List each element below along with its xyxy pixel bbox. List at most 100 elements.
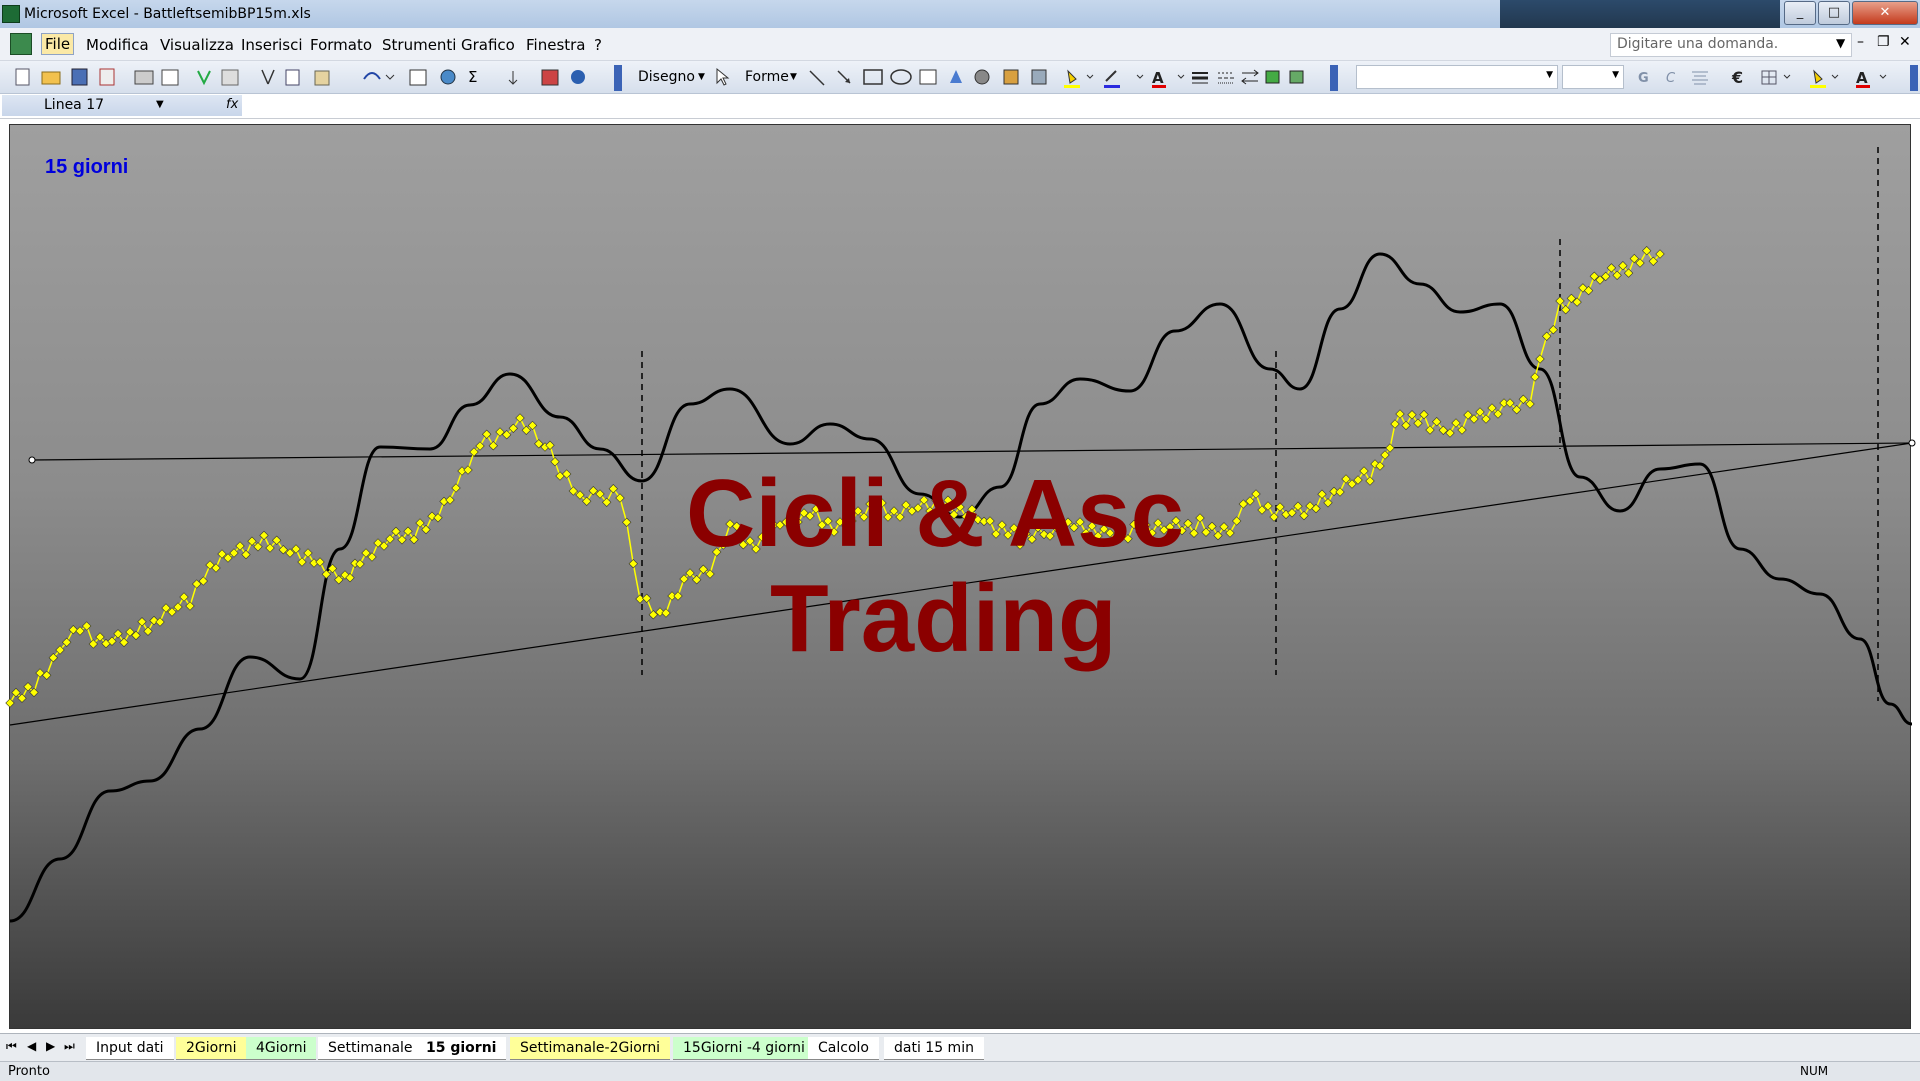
price-marker <box>1232 516 1242 526</box>
menu-formato[interactable]: Formato <box>310 36 372 54</box>
sheet-tab-5[interactable]: 15 giorni <box>416 1037 507 1060</box>
title-bar: Microsoft Excel - BattleftsemibBP15m.xls… <box>0 0 1920 28</box>
price-marker <box>1269 512 1279 522</box>
font-size-combo[interactable]: ▼ <box>1562 65 1624 89</box>
price-marker <box>1395 409 1405 419</box>
price-marker <box>303 548 313 558</box>
toolbar-grip[interactable] <box>614 65 622 91</box>
draw-dropdown-icon[interactable]: ▼ <box>698 72 705 82</box>
price-marker <box>1365 476 1375 486</box>
menu-modifica[interactable]: Modifica <box>86 36 149 54</box>
chart-sheet[interactable]: Cicli & Asc Trading <box>0 119 1920 1033</box>
price-marker <box>488 441 498 451</box>
font-name-dropdown-icon[interactable]: ▼ <box>1546 70 1553 80</box>
price-marker <box>297 557 307 567</box>
excel-icon[interactable] <box>2 5 20 23</box>
svg-text:G: G <box>1638 71 1649 86</box>
font-size-dropdown-icon[interactable]: ▼ <box>1612 70 1619 80</box>
price-marker <box>1195 513 1205 523</box>
price-marker <box>451 483 461 493</box>
price-marker <box>550 457 560 467</box>
draw-menu-button[interactable]: Disegno <box>638 69 695 85</box>
price-marker <box>1335 487 1345 497</box>
first-sheet-icon[interactable]: ⏮ <box>6 1039 17 1054</box>
price-marker <box>1555 296 1565 306</box>
price-marker <box>568 486 578 496</box>
sheet-tab-8[interactable]: Calcolo <box>808 1037 879 1060</box>
price-marker <box>555 471 565 481</box>
minimize-button[interactable]: _ <box>1784 1 1816 25</box>
svg-text:A: A <box>1152 69 1164 87</box>
standard-toolbar-icons: Σ <box>15 68 585 86</box>
maximize-button[interactable]: □ <box>1818 1 1850 25</box>
svg-text:Σ: Σ <box>468 68 477 86</box>
select-pointer-icon[interactable] <box>714 67 732 87</box>
shapes-dropdown-icon[interactable]: ▼ <box>790 72 797 82</box>
price-marker <box>622 517 632 527</box>
price-marker <box>1530 372 1540 382</box>
prev-sheet-icon[interactable]: ◀ <box>27 1039 36 1053</box>
status-bar: Pronto NUM <box>0 1061 1920 1081</box>
line-handle-left <box>28 456 36 464</box>
menu-strumenti[interactable]: Strumenti <box>382 36 456 54</box>
name-box[interactable]: Linea 17 ▼ fx <box>2 95 242 116</box>
price-marker <box>515 413 525 423</box>
name-box-dropdown-icon[interactable]: ▼ <box>156 99 164 110</box>
help-search-placeholder: Digitare una domanda. <box>1617 36 1779 52</box>
price-marker <box>5 698 15 708</box>
menu-finestra[interactable]: Finestra <box>526 36 586 54</box>
last-sheet-icon[interactable]: ⏭ <box>64 1039 75 1054</box>
help-search-box[interactable]: Digitare una domanda. <box>1610 33 1852 57</box>
sheet-tab-3[interactable]: 4Giorni <box>246 1037 317 1060</box>
price-marker <box>1189 528 1199 538</box>
watermark-line2: Trading <box>770 565 1117 672</box>
price-marker <box>642 593 652 603</box>
formula-bar: Linea 17 ▼ fx <box>0 94 1920 119</box>
sheet-tab-6[interactable]: Settimanale-2Giorni <box>510 1037 671 1060</box>
shapes-menu-button[interactable]: Forme <box>745 69 789 85</box>
price-marker <box>68 625 78 635</box>
menu-file[interactable]: File <box>41 33 75 55</box>
sheet-tab-2[interactable]: 2Giorni <box>176 1037 247 1060</box>
toolbar-grip-2[interactable] <box>1330 65 1338 91</box>
price-marker <box>1401 420 1411 431</box>
sheet-tab-9[interactable]: dati 15 min <box>884 1037 984 1060</box>
font-name-combo[interactable]: ▼ <box>1356 65 1558 89</box>
sheet-tab-1[interactable]: Input dati <box>86 1037 174 1060</box>
doc-restore-button[interactable]: ❐ <box>1877 34 1890 50</box>
close-button[interactable]: ✕ <box>1852 1 1918 25</box>
price-marker <box>463 465 473 475</box>
title-bar-dark-region <box>1500 0 1780 28</box>
num-lock-indicator: NUM <box>1800 1064 1829 1078</box>
svg-text:€: € <box>1731 68 1743 87</box>
price-marker <box>661 608 671 618</box>
menu-visualizza[interactable]: Visualizza <box>160 36 234 54</box>
svg-text:C: C <box>1666 71 1676 86</box>
next-sheet-icon[interactable]: ▶ <box>46 1039 55 1053</box>
price-marker <box>143 626 153 636</box>
sheet-tab-4[interactable]: Settimanale <box>318 1037 423 1060</box>
help-dropdown-icon[interactable]: ▼ <box>1836 36 1845 50</box>
menu-help[interactable]: ? <box>594 36 602 54</box>
price-marker <box>185 601 195 611</box>
doc-minimize-button[interactable]: – <box>1857 34 1864 50</box>
price-marker <box>1299 510 1309 521</box>
price-marker <box>562 469 572 479</box>
menu-grafico[interactable]: Grafico <box>461 36 515 54</box>
price-marker <box>315 557 325 567</box>
price-marker <box>1642 246 1652 256</box>
price-marker <box>673 591 683 601</box>
price-marker <box>482 429 492 439</box>
sheet-tab-7[interactable]: 15Giorni -4 giorni <box>673 1037 815 1060</box>
menu-bar: File Modifica Visualizza Inserisci Forma… <box>0 28 1920 61</box>
line-handle-right <box>1908 439 1916 447</box>
price-marker <box>628 559 638 569</box>
window-title: Microsoft Excel - BattleftsemibBP15m.xls <box>24 6 311 22</box>
price-marker <box>259 530 269 541</box>
insert-function-icon[interactable]: fx <box>226 97 238 112</box>
document-icon[interactable] <box>10 33 32 55</box>
price-marker <box>137 617 147 627</box>
doc-close-button[interactable]: ✕ <box>1899 34 1911 50</box>
price-marker <box>1359 466 1369 476</box>
menu-inserisci[interactable]: Inserisci <box>241 36 303 54</box>
